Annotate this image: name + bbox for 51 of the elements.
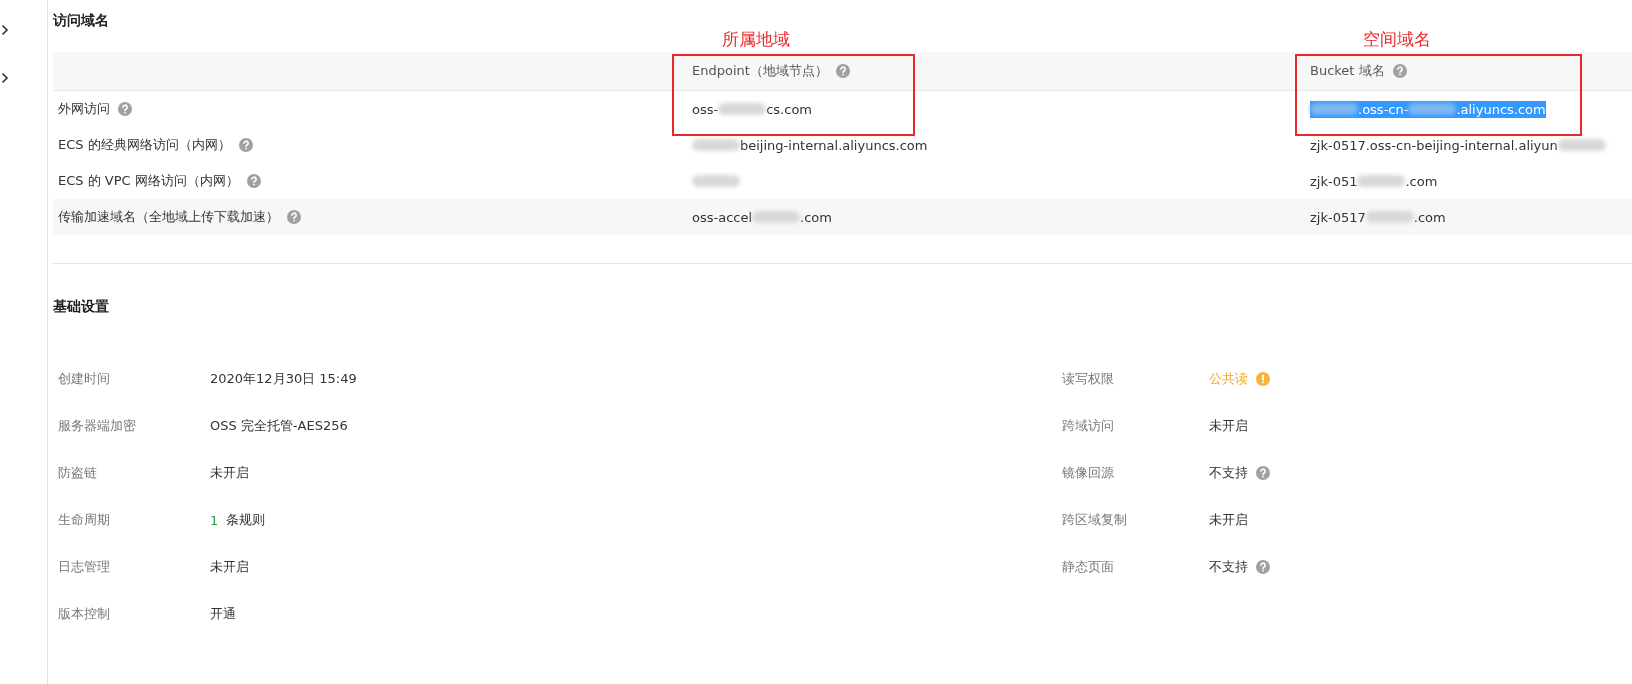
domain-address: zjk-051 .com: [1310, 172, 1438, 190]
setting-label: 镜像回源: [1062, 464, 1115, 482]
help-icon[interactable]: [1256, 560, 1270, 574]
chevron-right-icon[interactable]: [1, 24, 9, 36]
section-title: 基础设置: [53, 298, 109, 316]
setting-label: 防盗链: [58, 464, 98, 482]
rule-count: 1: [210, 512, 219, 528]
setting-value: 未开启: [210, 558, 249, 576]
help-icon[interactable]: [118, 102, 132, 116]
domain-address: zjk-0517 .com: [1310, 208, 1446, 226]
domain-address: .oss-cn- .aliyuncs.com: [1310, 100, 1546, 118]
setting-label: 读写权限: [1062, 370, 1115, 388]
help-icon[interactable]: [1256, 466, 1270, 480]
help-icon[interactable]: [287, 210, 301, 224]
help-icon[interactable]: [1392, 64, 1407, 78]
setting-value: 开通: [210, 605, 236, 623]
setting-label: 服务器端加密: [58, 417, 137, 435]
row-label: ECS 的经典网络访问（内网）: [58, 136, 231, 154]
column-header: Bucket 域名: [1310, 62, 1385, 80]
help-icon[interactable]: [835, 64, 850, 78]
setting-value: 条规则: [226, 511, 266, 529]
help-icon[interactable]: [246, 174, 261, 188]
setting-value: 未开启: [1209, 417, 1248, 435]
setting-label: 日志管理: [58, 558, 111, 576]
chevron-right-icon[interactable]: [1, 72, 9, 84]
setting-value: 未开启: [1209, 511, 1248, 529]
row-label: ECS 的 VPC 网络访问（内网）: [58, 172, 239, 190]
domain-address: oss-accel .com: [692, 208, 832, 226]
warning-icon: [1256, 372, 1270, 386]
annotation-text: 所属地域: [722, 28, 790, 51]
setting-value: OSS 完全托管-AES256: [210, 417, 348, 435]
setting-value: 未开启: [210, 464, 249, 482]
setting-label: 创建时间: [58, 370, 111, 388]
section-title: 访问域名: [53, 12, 109, 30]
domain-address: zjk-0517.oss-cn-beijing-internal.aliyun: [1310, 136, 1606, 154]
setting-label: 静态页面: [1062, 558, 1115, 576]
domain-address: beijing-internal.aliyuncs.com: [692, 136, 928, 154]
setting-label: 跨域访问: [1062, 417, 1115, 435]
row-label: 外网访问: [58, 100, 110, 118]
setting-value: 2020年12月30日 15:49: [210, 370, 357, 388]
setting-label: 跨区域复制: [1062, 511, 1128, 529]
setting-value: 不支持: [1209, 558, 1248, 576]
setting-value: 公共读: [1209, 370, 1248, 388]
domain-address: oss- cs.com: [692, 100, 813, 118]
setting-label: 版本控制: [58, 605, 111, 623]
annotation-text: 空间域名: [1363, 28, 1431, 51]
setting-label: 生命周期: [58, 511, 111, 529]
help-icon[interactable]: [238, 138, 253, 152]
row-label: 传输加速域名（全地域上传下载加速）: [58, 208, 279, 226]
column-header: Endpoint（地域节点）: [692, 62, 828, 80]
setting-value: 不支持: [1209, 464, 1248, 482]
